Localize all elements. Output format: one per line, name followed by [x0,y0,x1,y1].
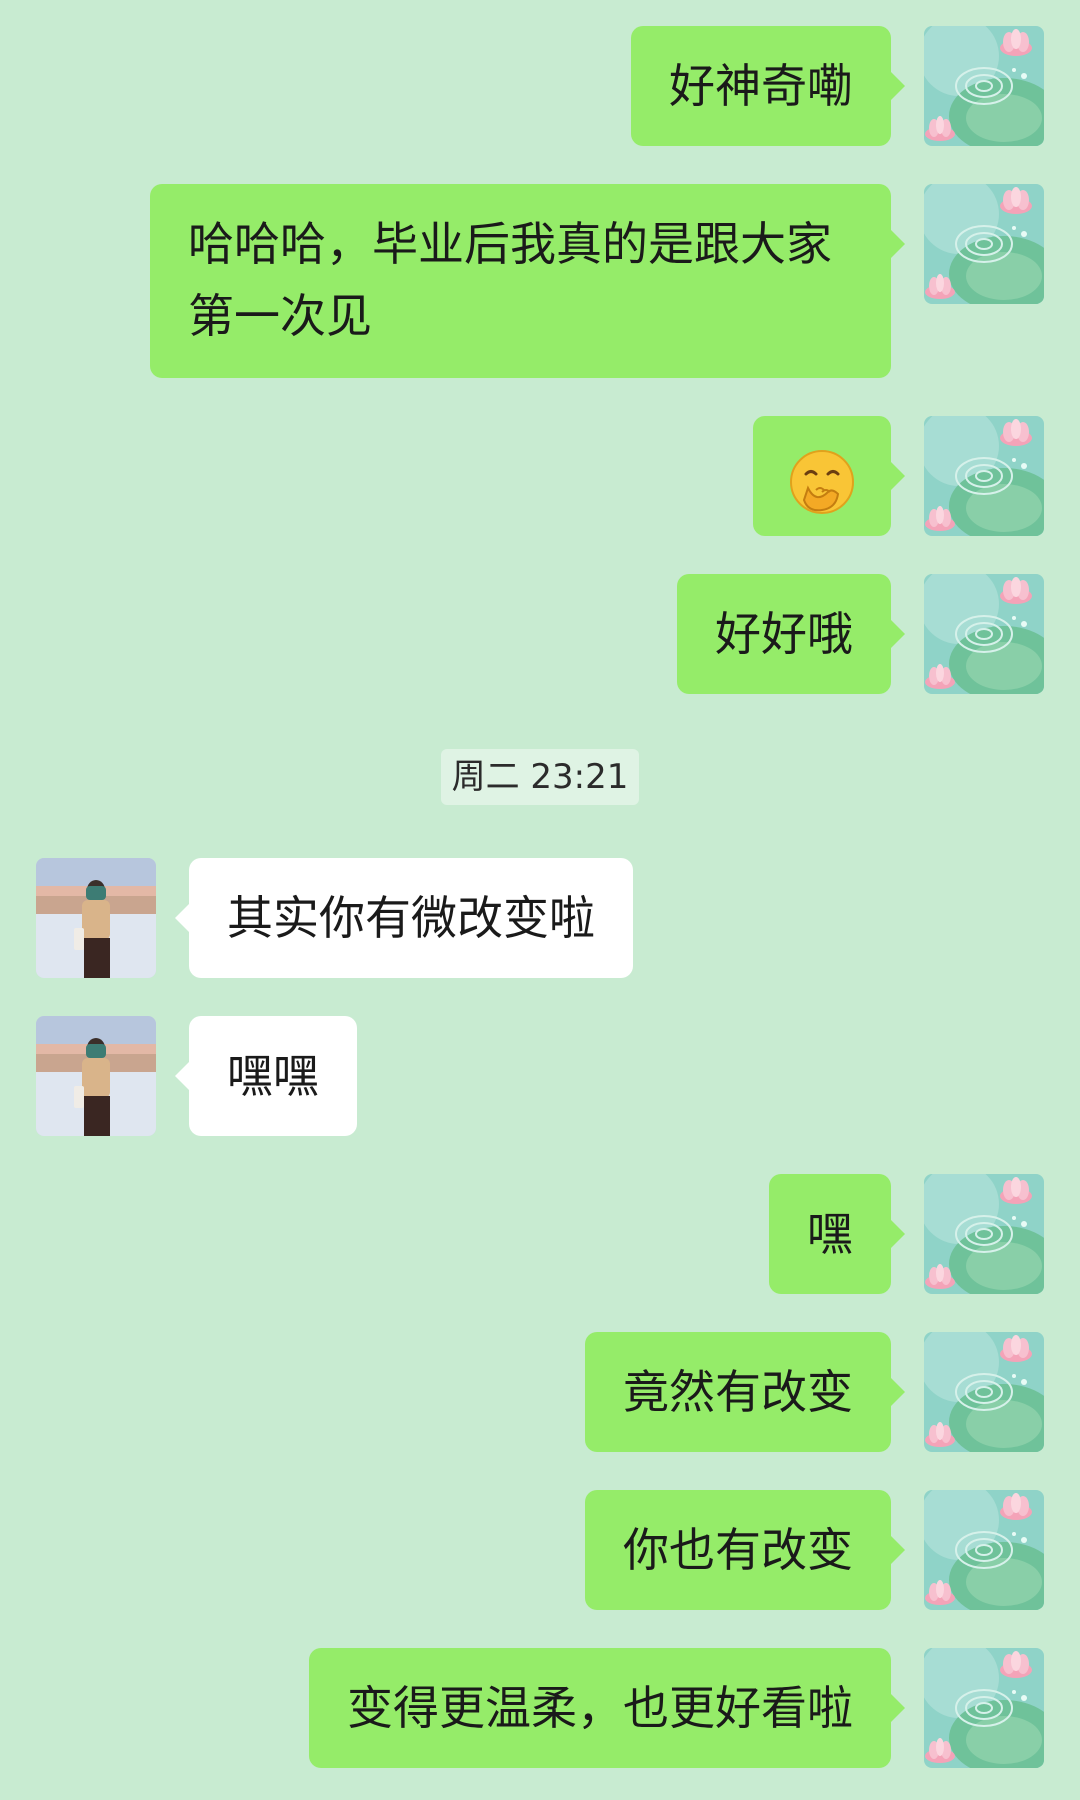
my-avatar[interactable] [924,1490,1044,1610]
my-avatar[interactable] [924,184,1044,304]
my-avatar[interactable] [924,1174,1044,1294]
outgoing-message-bubble[interactable]: 竟然有改变 [585,1332,905,1452]
lotus-pond-avatar-image [924,1174,1044,1294]
lotus-pond-avatar-image [924,574,1044,694]
my-avatar[interactable] [924,1648,1044,1768]
message-text: 你也有改变 [623,1523,853,1577]
outgoing-message-bubble[interactable] [753,416,905,536]
timestamp-label: 周二 23:21 [441,749,639,805]
message-row: 竟然有改变 [0,1332,1080,1452]
lotus-pond-avatar-image [924,1490,1044,1610]
lotus-pond-avatar-image [924,1648,1044,1768]
message-text: 嘿嘿 [227,1049,319,1103]
message-row: 其实你有微改变啦 [0,858,1080,978]
timestamp-row: 周二 23:21 [0,749,1080,805]
my-avatar[interactable] [924,1332,1044,1452]
message-text: 哈哈哈，毕业后我真的是跟大家第一次见 [188,217,832,343]
lotus-pond-avatar-image [924,1332,1044,1452]
message-row: 好好哦 [0,574,1080,694]
contact-avatar[interactable] [36,858,156,978]
outgoing-message-bubble[interactable]: 好好哦 [677,574,905,694]
message-row: 你也有改变 [0,1490,1080,1610]
message-row: 好神奇嘞 [0,26,1080,146]
incoming-message-bubble[interactable]: 嘿嘿 [175,1016,357,1136]
girl-by-sea-avatar-image [36,1016,156,1136]
outgoing-message-bubble[interactable]: 哈哈哈，毕业后我真的是跟大家第一次见 [150,184,905,378]
contact-avatar[interactable] [36,1016,156,1136]
message-row: 哈哈哈，毕业后我真的是跟大家第一次见 [0,184,1080,378]
lotus-pond-avatar-image [924,416,1044,536]
message-text: 其实你有微改变啦 [227,891,595,945]
incoming-message-bubble[interactable]: 其实你有微改变啦 [175,858,633,978]
outgoing-message-bubble[interactable]: 好神奇嘞 [631,26,905,146]
message-text: 嘿 [807,1207,853,1261]
lotus-pond-avatar-image [924,26,1044,146]
outgoing-message-bubble[interactable]: 嘿 [769,1174,905,1294]
girl-by-sea-avatar-image [36,858,156,978]
message-text: 好好哦 [715,607,853,661]
outgoing-message-bubble[interactable]: 你也有改变 [585,1490,905,1610]
lotus-pond-avatar-image [924,184,1044,304]
face-with-hand-over-mouth-icon [788,448,856,516]
message-row: 变得更温柔，也更好看啦 [0,1648,1080,1768]
my-avatar[interactable] [924,574,1044,694]
message-text: 好神奇嘞 [669,59,853,113]
message-row: 嘿嘿 [0,1016,1080,1136]
message-text: 变得更温柔，也更好看啦 [347,1681,853,1735]
message-text: 竟然有改变 [623,1365,853,1419]
outgoing-message-bubble[interactable]: 变得更温柔，也更好看啦 [309,1648,905,1768]
my-avatar[interactable] [924,416,1044,536]
message-row [0,416,1080,536]
message-row: 嘿 [0,1174,1080,1294]
my-avatar[interactable] [924,26,1044,146]
